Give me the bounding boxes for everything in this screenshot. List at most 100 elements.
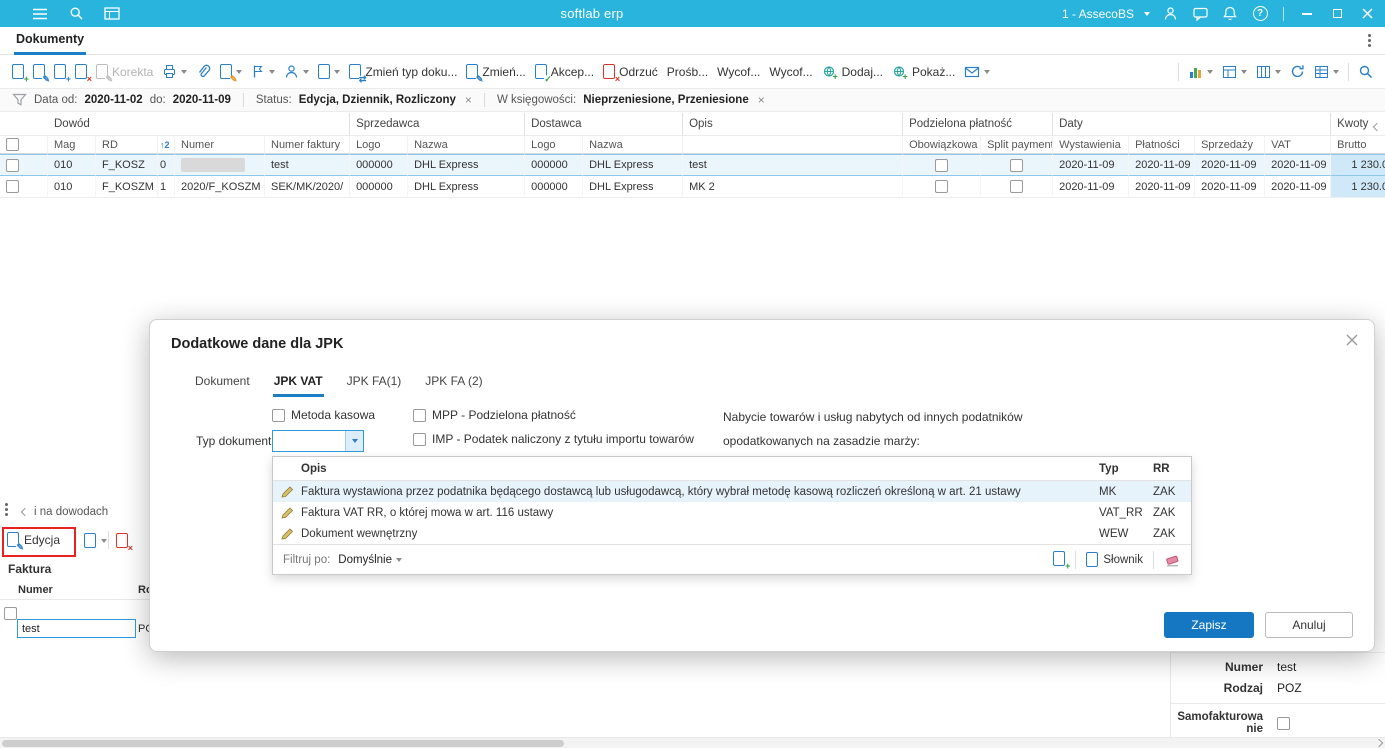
col-wystawienia[interactable]: Wystawienia: [1053, 136, 1130, 154]
metoda-kasowa-checkbox[interactable]: [272, 408, 285, 422]
assign-user-button[interactable]: [284, 64, 310, 79]
col-brutto[interactable]: Brutto: [1331, 136, 1385, 154]
group-opis[interactable]: Opis: [683, 113, 904, 136]
copy-document-button[interactable]: +: [54, 64, 71, 84]
add-entry-button[interactable]: +: [1053, 550, 1071, 571]
split-payment-checkbox[interactable]: [1010, 180, 1024, 193]
refresh-button[interactable]: [1290, 64, 1305, 79]
add-relation-button[interactable]: + Dodaj...: [822, 64, 883, 80]
withdraw2-button[interactable]: Wycof...: [769, 65, 812, 79]
edycja-button[interactable]: ✎ Edycja: [7, 532, 60, 552]
samofakturowanie-checkbox[interactable]: [1277, 717, 1290, 731]
group-dostawca[interactable]: Dostawca: [525, 113, 684, 136]
change-button[interactable]: ✎ Zmień...: [466, 64, 526, 84]
col-obowiazkowa[interactable]: Obowiązkowa: [903, 136, 982, 154]
row-checkbox[interactable]: [6, 180, 19, 193]
send-button[interactable]: [964, 65, 991, 79]
bell-icon[interactable]: [1220, 4, 1240, 24]
col-sprzedawca-logo[interactable]: Logo: [350, 136, 409, 154]
col-dostawca-nazwa[interactable]: Nazwa: [583, 136, 684, 154]
delete-row-button[interactable]: ×: [116, 533, 133, 553]
user-icon[interactable]: [1160, 4, 1180, 24]
horizontal-scrollbar[interactable]: [0, 737, 1385, 748]
date-from-value[interactable]: 2020-11-02: [84, 94, 142, 106]
split-payment-checkbox[interactable]: [1010, 158, 1024, 172]
col-platnosci[interactable]: Płatności: [1129, 136, 1196, 154]
metoda-kasowa-field[interactable]: Metoda kasowa: [272, 408, 375, 422]
search-icon[interactable]: [66, 4, 86, 24]
col-rr[interactable]: RR: [1153, 463, 1191, 475]
flag-button[interactable]: [251, 64, 276, 79]
tab-jpk-fa1[interactable]: JPK FA(1): [346, 370, 403, 397]
col-split-payment[interactable]: Split payment: [981, 136, 1054, 154]
group-podzielona-platnosc[interactable]: Podzielona płatność: [903, 113, 1054, 136]
more-options-icon[interactable]: [1363, 33, 1375, 49]
remove-status-filter-icon[interactable]: [465, 94, 472, 106]
ksiegowosc-filter-value[interactable]: Nieprzeniesione, Przeniesione: [583, 94, 749, 106]
col-opis[interactable]: [683, 136, 904, 154]
combobox-dropdown-button[interactable]: [345, 431, 363, 451]
change-doc-type-button[interactable]: ⇄ Zmień typ doku...: [349, 64, 457, 84]
group-dowod[interactable]: Dowód: [48, 113, 351, 136]
row-checkbox[interactable]: [4, 606, 17, 621]
print-button[interactable]: [162, 64, 188, 79]
columns-button[interactable]: [1256, 65, 1281, 79]
chat-icon[interactable]: [1190, 4, 1210, 24]
grid-view-button[interactable]: [1314, 65, 1339, 79]
imp-field[interactable]: IMP - Podatek naliczony z tytułu importu…: [413, 432, 694, 446]
annotate-button[interactable]: ✎: [220, 64, 243, 84]
table-row[interactable]: 010 F_KOSZM 1 2020/F_KOSZM SEK/MK/2020/ …: [0, 176, 1385, 198]
typ-dokumentu-combobox[interactable]: [272, 430, 364, 452]
col-rodzaj[interactable]: Rodzaj: [138, 584, 149, 596]
slownik-button[interactable]: Słownik: [1086, 552, 1143, 567]
col-dostawca-logo[interactable]: Logo: [525, 136, 584, 154]
modal-close-icon[interactable]: [1344, 332, 1360, 348]
col-opis[interactable]: Opis: [301, 463, 1099, 475]
numer-input[interactable]: [17, 619, 136, 638]
search-button[interactable]: [1358, 64, 1373, 79]
col-sprzedazy[interactable]: Sprzedaży: [1195, 136, 1266, 154]
close-button[interactable]: [1357, 4, 1377, 24]
col-typ[interactable]: Typ: [1099, 463, 1153, 475]
mpp-checkbox[interactable]: [413, 408, 426, 422]
obowiazkowa-checkbox[interactable]: [935, 180, 949, 193]
col-mag[interactable]: Mag: [48, 136, 96, 154]
company-selector[interactable]: 1 - AssecoBS: [1062, 7, 1134, 21]
delete-document-button[interactable]: ×: [75, 64, 92, 84]
korekta-button[interactable]: ✎ Korekta: [96, 64, 153, 84]
imp-checkbox[interactable]: [413, 432, 426, 446]
remove-ksiegowosc-filter-icon[interactable]: [758, 94, 765, 106]
accept-button[interactable]: ✓ Akcep...: [534, 64, 594, 84]
combobox-input[interactable]: [273, 431, 345, 451]
drag-handle-icon[interactable]: [5, 502, 8, 506]
request-button[interactable]: Prośb...: [667, 65, 708, 79]
document-actions-button[interactable]: [318, 64, 341, 79]
tab-dokumenty[interactable]: Dokumenty: [14, 27, 87, 55]
maximize-button[interactable]: [1327, 4, 1347, 24]
help-icon[interactable]: [1250, 4, 1270, 24]
table-row[interactable]: 010 F_KOSZ 0 test 000000 DHL Express 000…: [0, 154, 1385, 176]
col-numer[interactable]: Numer: [175, 136, 265, 154]
scroll-right-icon[interactable]: [1374, 738, 1384, 748]
edit-document-button[interactable]: ✎: [33, 64, 50, 84]
date-to-value[interactable]: 2020-11-09: [173, 94, 231, 106]
new-document-button[interactable]: +: [12, 64, 29, 84]
dictionary-row[interactable]: Faktura wystawiona przez podatnika będąc…: [273, 481, 1191, 502]
save-button[interactable]: Zapisz: [1164, 612, 1254, 638]
minimize-button[interactable]: [1297, 4, 1317, 24]
filter-icon[interactable]: [12, 93, 27, 107]
dictionary-row[interactable]: Dokument wewnętrzny WEW ZAK: [273, 523, 1191, 544]
col-numer-faktury[interactable]: Numer faktury: [265, 136, 351, 154]
chevron-down-icon[interactable]: [1144, 11, 1150, 16]
dictionary-row[interactable]: Faktura VAT RR, o której mowa w art. 116…: [273, 502, 1191, 523]
apps-icon[interactable]: [102, 4, 122, 24]
obowiazkowa-checkbox[interactable]: [935, 158, 949, 172]
group-daty[interactable]: Daty: [1053, 113, 1332, 136]
col-rd[interactable]: RD: [96, 136, 158, 154]
left-panel-header[interactable]: i na dowodach: [20, 506, 108, 518]
clear-filter-button[interactable]: [1164, 553, 1181, 567]
row-checkbox[interactable]: [6, 158, 19, 172]
group-sprzedawca[interactable]: Sprzedawca: [350, 113, 526, 136]
tab-jpk-fa2[interactable]: JPK FA (2): [424, 370, 483, 397]
tab-jpk-vat[interactable]: JPK VAT: [272, 370, 324, 397]
